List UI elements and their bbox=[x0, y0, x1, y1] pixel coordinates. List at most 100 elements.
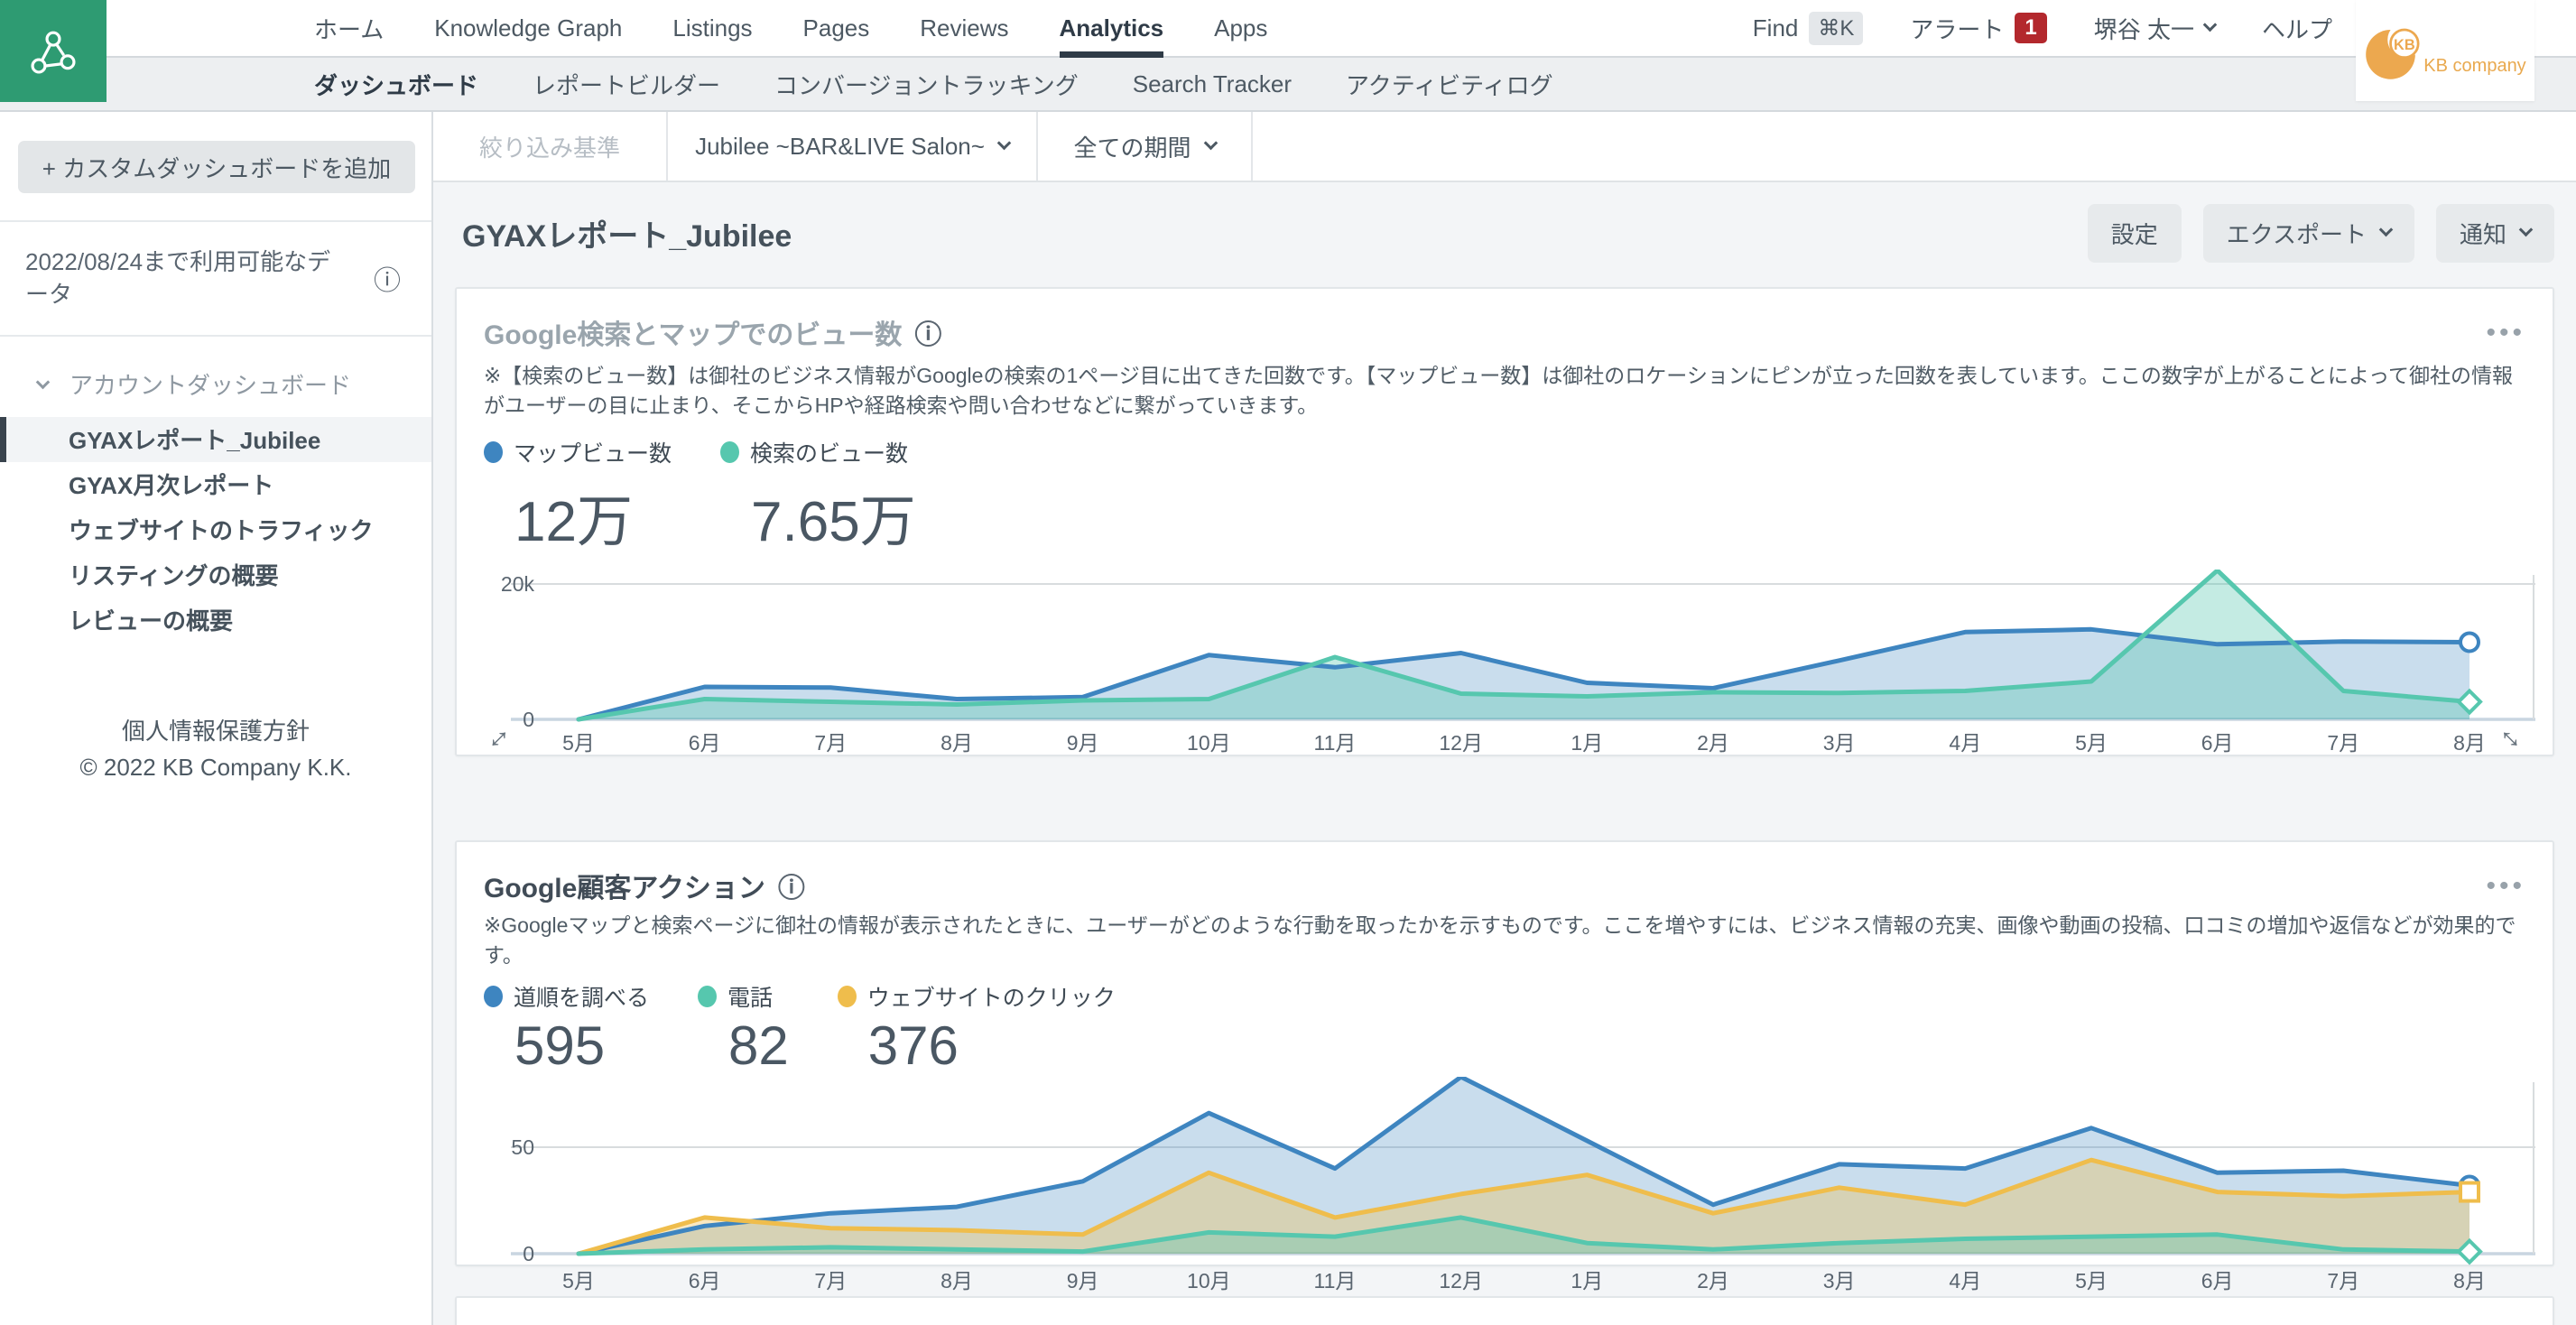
subnav-item-アクティビティログ[interactable]: アクティビティログ bbox=[1346, 68, 1553, 101]
kb-crescent-icon: KB bbox=[2364, 19, 2427, 82]
entity-filter-dropdown[interactable]: Jubilee ~BAR&LIVE Salon~ bbox=[666, 112, 1036, 181]
series-stat: ウェブサイトのクリック376 bbox=[838, 980, 1116, 1077]
add-custom-dashboard-button[interactable]: + カスタムダッシュボードを追加 bbox=[18, 141, 415, 193]
x-axis-tick-label: 5月 bbox=[2075, 731, 2108, 755]
x-axis-tick-label: 4月 bbox=[1949, 1269, 1981, 1293]
find-label: Find bbox=[1753, 14, 1799, 42]
network-graph-icon bbox=[24, 23, 82, 80]
account-dashboards-section-toggle[interactable]: アカウントダッシュボード bbox=[0, 337, 431, 417]
legend-label: 道順を調べる bbox=[514, 980, 649, 1013]
x-axis-tick-label: 7月 bbox=[2327, 731, 2359, 755]
subnav-item-コンバージョントラッキング[interactable]: コンバージョントラッキング bbox=[774, 68, 1079, 101]
series-total: 595 bbox=[514, 1015, 649, 1077]
x-axis-tick-label: 9月 bbox=[1067, 1269, 1099, 1293]
find-button[interactable]: Find ⌘K bbox=[1753, 12, 1864, 45]
series-total: 12万 bbox=[514, 476, 672, 557]
alerts-label: アラート bbox=[1910, 12, 2004, 45]
x-axis-tick-label: 11月 bbox=[1314, 1269, 1357, 1293]
data-availability-notice: 2022/08/24まで利用可能なデータ ⓘ bbox=[0, 222, 431, 335]
series-total: 82 bbox=[728, 1015, 789, 1077]
chevron-down-icon bbox=[36, 375, 51, 390]
notifications-button[interactable]: 通知 bbox=[2436, 204, 2554, 263]
chart-title: Google検索とマップでのビュー数 ⓘ bbox=[484, 312, 941, 352]
info-icon[interactable]: ⓘ bbox=[778, 866, 805, 905]
kb-company-name: KB company bbox=[2423, 56, 2525, 77]
x-axis-tick-label: 11月 bbox=[1314, 731, 1357, 755]
subnav-item-search-tracker[interactable]: Search Tracker bbox=[1133, 70, 1292, 98]
sidebar-item[interactable]: リスティングの概要 bbox=[0, 552, 431, 598]
privacy-policy-link[interactable]: 個人情報保護方針 bbox=[0, 713, 431, 749]
topnav-item-ホーム[interactable]: ホーム bbox=[314, 0, 384, 56]
alerts-button[interactable]: アラート 1 bbox=[1910, 12, 2046, 45]
legend-item: 道順を調べる bbox=[484, 980, 649, 1013]
sidebar-item[interactable]: GYAX月次レポート bbox=[0, 462, 431, 507]
legend-label: マップビュー数 bbox=[514, 436, 672, 468]
chevron-down-icon bbox=[2379, 223, 2394, 237]
subnav-item-レポートビルダー[interactable]: レポートビルダー bbox=[533, 68, 720, 101]
command-k-shortcut: ⌘K bbox=[1809, 12, 1863, 45]
legend-item: ウェブサイトのクリック bbox=[838, 980, 1116, 1013]
dashboard-content: GYAXレポート_Jubilee 設定 エクスポート 通知 bbox=[433, 182, 2576, 1325]
settings-button[interactable]: 設定 bbox=[2088, 204, 2182, 263]
info-icon[interactable]: ⓘ bbox=[374, 258, 401, 298]
overflow-menu-icon[interactable]: ••• bbox=[2486, 326, 2525, 339]
topnav-item-reviews[interactable]: Reviews bbox=[920, 0, 1008, 56]
topnav-item-apps[interactable]: Apps bbox=[1214, 0, 1267, 56]
chart-title: Google顧客アクション ⓘ bbox=[484, 866, 805, 905]
help-label: ヘルプ bbox=[2262, 12, 2332, 45]
filter-bar: 絞り込み基準 Jubilee ~BAR&LIVE Salon~ 全ての期間 bbox=[433, 112, 2576, 182]
series-total: 376 bbox=[868, 1015, 1116, 1077]
area-chart-canvas[interactable]: 20k05月6月7月8月9月10月11月12月1月2月3月4月5月6月7月8月 bbox=[484, 570, 2535, 759]
legend-item: マップビュー数 bbox=[484, 436, 672, 468]
filter-bar-label: 絞り込み基準 bbox=[433, 112, 666, 181]
x-axis-tick-label: 5月 bbox=[2075, 1269, 2108, 1293]
entity-filter-value: Jubilee ~BAR&LIVE Salon~ bbox=[695, 133, 985, 161]
card-customer-actions: Google顧客アクション ⓘ ••• ※Googleマップと検索ページに御社の… bbox=[455, 840, 2554, 1266]
topnav-item-pages[interactable]: Pages bbox=[803, 0, 870, 56]
user-menu[interactable]: 堺谷 太一 bbox=[2094, 12, 2215, 45]
x-axis-tick-label: 7月 bbox=[814, 1269, 847, 1293]
chart-stats: 道順を調べる595 電話82 ウェブサイトのクリック376 bbox=[484, 980, 2525, 1077]
export-button[interactable]: エクスポート bbox=[2203, 204, 2414, 263]
chevron-down-icon bbox=[997, 136, 1012, 151]
x-axis-tick-label: 10月 bbox=[1187, 1269, 1231, 1293]
x-axis-tick-label: 8月 bbox=[2453, 731, 2486, 755]
card-next-widget bbox=[455, 1296, 2554, 1325]
chart-plot-area: 20k05月6月7月8月9月10月11月12月1月2月3月4月5月6月7月8月 bbox=[484, 570, 2525, 759]
dashboard-sidebar: + カスタムダッシュボードを追加 2022/08/24まで利用可能なデータ ⓘ … bbox=[0, 112, 433, 1325]
gyax-logo[interactable] bbox=[0, 0, 107, 102]
x-axis-tick-label: 12月 bbox=[1439, 1269, 1483, 1293]
legend-dot bbox=[720, 441, 739, 463]
legend-label: 電話 bbox=[727, 980, 773, 1013]
chevron-down-icon bbox=[1203, 136, 1218, 151]
user-name: 堺谷 太一 bbox=[2094, 12, 2194, 45]
overflow-menu-icon[interactable]: ••• bbox=[2486, 879, 2525, 893]
chart-description: ※【検索のビュー数】は御社のビジネス情報がGoogleの検索の1ページ目に出てき… bbox=[484, 361, 2524, 422]
legend-dot bbox=[698, 986, 717, 1007]
topnav-item-knowledge-graph[interactable]: Knowledge Graph bbox=[434, 0, 622, 56]
series-stat: 電話82 bbox=[698, 980, 789, 1077]
sidebar-item[interactable]: GYAXレポート_Jubilee bbox=[0, 417, 431, 462]
chevron-down-icon bbox=[2519, 223, 2534, 237]
info-icon[interactable]: ⓘ bbox=[914, 312, 941, 352]
sidebar-item[interactable]: レビューの概要 bbox=[0, 598, 431, 643]
period-filter-dropdown[interactable]: 全ての期間 bbox=[1036, 112, 1253, 181]
topnav-item-listings[interactable]: Listings bbox=[672, 0, 752, 56]
legend-label: ウェブサイトのクリック bbox=[867, 980, 1116, 1013]
subnav-item-ダッシュボード[interactable]: ダッシュボード bbox=[314, 68, 478, 101]
dashboard-list: GYAXレポート_JubileeGYAX月次レポートウェブサイトのトラフィックリ… bbox=[0, 417, 431, 643]
area-chart-canvas[interactable]: 5005月6月7月8月9月10月11月12月1月2月3月4月5月6月7月8月 bbox=[484, 1077, 2535, 1298]
y-axis-tick-label: 0 bbox=[523, 708, 534, 731]
alert-count-badge: 1 bbox=[2015, 13, 2046, 43]
data-availability-text: 2022/08/24まで利用可能なデータ bbox=[25, 246, 350, 311]
kb-company-logo: KB KB company bbox=[2356, 0, 2534, 101]
x-axis-tick-label: 8月 bbox=[2453, 1269, 2486, 1293]
x-axis-tick-label: 6月 bbox=[2201, 731, 2234, 755]
x-axis-tick-label: 6月 bbox=[689, 1269, 721, 1293]
topnav-item-analytics[interactable]: Analytics bbox=[1060, 0, 1164, 56]
y-axis-tick-label: 0 bbox=[523, 1242, 534, 1265]
x-axis-tick-label: 9月 bbox=[1067, 731, 1099, 755]
y-axis-tick-label: 20k bbox=[501, 572, 535, 596]
sidebar-item[interactable]: ウェブサイトのトラフィック bbox=[0, 507, 431, 552]
help-button[interactable]: ヘルプ bbox=[2262, 12, 2332, 45]
